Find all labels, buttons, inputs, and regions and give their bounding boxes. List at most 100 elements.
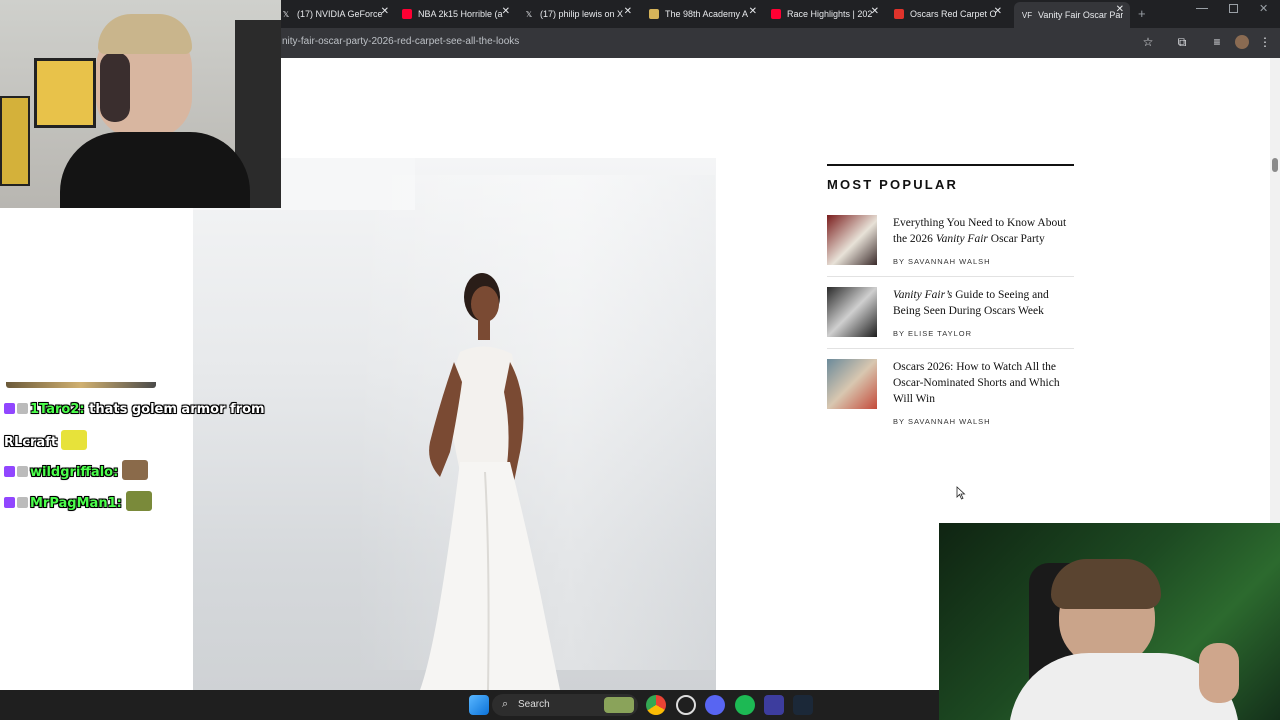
academy-icon [649,9,659,19]
tab-title: Oscars Red Carpet O [910,9,997,19]
browser-menu-icon[interactable]: ⋮ [1258,35,1272,49]
chat-line-cutoff [6,382,156,394]
bookmark-star-icon[interactable]: ☆ [1141,35,1155,49]
close-tab-icon[interactable]: ✕ [624,6,632,17]
article-headline[interactable]: Oscars 2026: How to Watch All the Oscar-… [893,359,1075,407]
streamer-webcam-bottom [939,523,1280,720]
streamer-hair [1051,559,1161,609]
article-headline[interactable]: Vanity Fair’s Guide to Seeing and Being … [893,287,1075,319]
chat-message: MrPagMan1: [4,491,152,511]
media-controls-icon[interactable]: ≡ [1210,35,1224,49]
scrollbar-thumb[interactable] [1272,158,1278,172]
window-close-icon[interactable]: ✕ [1259,2,1268,15]
youtube-icon [402,9,412,19]
article-byline[interactable]: BY ELISE TAYLOR [893,329,972,338]
chat-message: RLcraft [4,430,88,450]
x-logo-icon: 𝕏 [282,9,290,19]
most-popular-item[interactable]: Oscars 2026: How to Watch All the Oscar-… [827,359,1075,426]
most-popular-item[interactable]: Vanity Fair’s Guide to Seeing and Being … [827,287,1074,353]
chat-emote-icon [122,460,149,480]
article-byline[interactable]: BY SAVANNAH WALSH [893,257,991,266]
headline-text: Oscars 2026: How to Watch All the Oscar-… [893,361,1060,405]
close-tab-icon[interactable]: ✕ [381,6,389,17]
steam-icon[interactable] [793,695,813,715]
article-thumbnail[interactable] [827,359,877,409]
spotify-icon[interactable] [735,695,755,715]
discord-icon[interactable] [705,695,725,715]
item-divider [827,348,1074,349]
close-tab-icon[interactable]: ✕ [502,6,510,17]
tab-title: Vanity Fair Oscar Par [1038,10,1124,20]
chat-message: wildgriffalo: [4,460,149,480]
article-byline[interactable]: BY SAVANNAH WALSH [893,417,991,426]
most-popular-heading: MOST POPULAR [827,177,959,192]
chat-username: MrPagMan1: [30,496,122,511]
browser-tab[interactable]: Oscars Red Carpet O ✕ [894,4,1002,24]
article-thumbnail[interactable] [827,287,877,337]
maximize-icon[interactable] [1229,4,1238,13]
minimize-icon[interactable] [1196,8,1208,9]
headline-text: Oscar Party [987,233,1045,245]
wall-art [34,58,96,128]
tab-title: Race Highlights | 202 [787,9,873,19]
profile-avatar[interactable] [1235,35,1249,49]
start-menu-icon[interactable] [469,695,489,715]
browser-tab[interactable]: 𝕏 (17) philip lewis on X ✕ [524,4,632,24]
tab-title: (17) NVIDIA GeForce [297,9,383,19]
tab-title: NBA 2k15 Horrible (a [418,9,503,19]
page-scrollbar[interactable] [1270,58,1280,523]
url-text[interactable]: nity-fair-oscar-party-2026-red-carpet-se… [282,36,519,47]
streamer-webcam-top [0,0,281,208]
taskbar-search[interactable]: ⌕ Search [492,694,638,716]
streamer-shirt [60,132,250,208]
article-headline[interactable]: Everything You Need to Know About the 20… [893,215,1075,247]
twitch-badge-icon [4,497,15,508]
vf-icon: VF [1021,10,1033,20]
chat-emote-icon [125,491,152,511]
site-icon [894,9,904,19]
headline-italic-text: Vanity Fair’s [893,289,953,301]
search-highlight-image [604,697,634,713]
clock-app-icon[interactable] [676,695,696,715]
chat-username: 1Taro2: [30,402,85,417]
item-divider [827,276,1074,277]
close-tab-icon[interactable]: ✕ [749,6,757,17]
close-tab-icon[interactable]: ✕ [994,6,1002,17]
tab-title: The 98th Academy A [665,9,749,19]
user-badge-icon [17,403,28,414]
chat-text: RLcraft [4,435,58,450]
model-figure [420,273,560,690]
most-popular-item[interactable]: Everything You Need to Know About the 20… [827,215,1074,281]
user-badge-icon [17,466,28,477]
tab-title: (17) philip lewis on X [540,9,624,19]
new-tab-icon[interactable]: + [1138,6,1146,21]
article-thumbnail[interactable] [827,215,877,265]
search-icon: ⌕ [502,698,509,710]
mouse-cursor-icon [956,486,966,500]
user-badge-icon [17,497,28,508]
streamer-hand [1199,643,1239,703]
chrome-icon[interactable] [646,695,666,715]
close-tab-icon[interactable]: ✕ [871,6,879,17]
search-label: Search [518,699,550,710]
browser-tab[interactable]: NBA 2k15 Horrible (a ✕ [402,4,510,24]
wall-art [0,96,30,186]
headline-italic-text: Vanity Fair [935,233,988,245]
twitch-badge-icon [4,466,15,477]
browser-tab[interactable]: The 98th Academy A ✕ [649,4,757,24]
headphones [100,52,130,122]
close-tab-icon[interactable]: ✕ [1116,4,1124,15]
chat-username: wildgriffalo: [30,465,119,480]
browser-tab[interactable]: Race Highlights | 202 ✕ [771,4,879,24]
chat-text: thats golem armor from [84,402,265,417]
extensions-icon[interactable]: ⧉ [1175,35,1189,49]
browser-tab[interactable]: VF Vanity Fair Oscar Par ✕ [1014,2,1130,28]
streamer-hair [98,14,192,54]
active-app-icon[interactable] [764,695,784,715]
browser-tab[interactable]: 𝕏 (17) NVIDIA GeForce ✕ [281,4,389,24]
twitch-badge-icon [4,403,15,414]
youtube-icon [771,9,781,19]
chat-message: 1Taro2: thats golem armor from [4,402,265,417]
most-popular-rule [827,164,1074,166]
chat-emote-icon [61,430,88,450]
